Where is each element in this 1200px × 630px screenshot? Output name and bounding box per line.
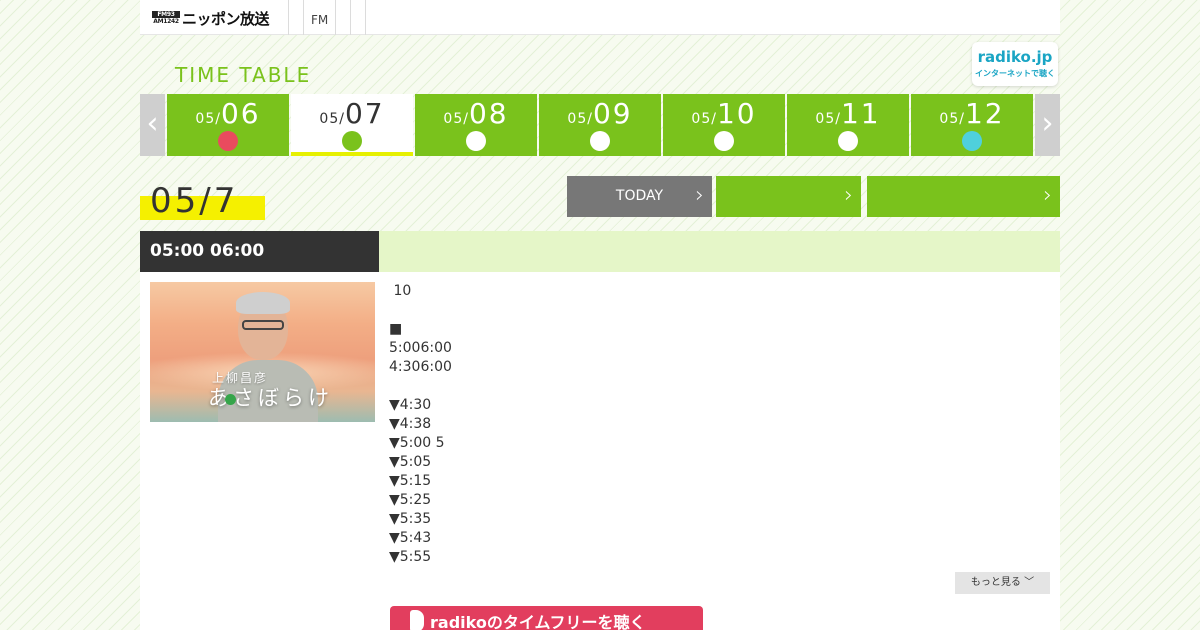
prev-week-arrow-icon[interactable]: ‹ — [140, 94, 165, 156]
logo-text: ニッポン放送 — [182, 9, 270, 28]
date-tab-month: 05/ — [815, 111, 841, 127]
nav-divider — [288, 0, 289, 35]
radiko-banner[interactable]: radiko.jp インターネットで聴く — [972, 42, 1058, 86]
date-tab-09[interactable]: 05/09 — [539, 94, 661, 156]
date-tab-day: 08 — [468, 97, 509, 130]
description-line: ▼5:15 — [389, 473, 432, 489]
day-status-dot — [218, 131, 238, 151]
date-tab-day: 07 — [344, 97, 385, 130]
radiko-timefree-button[interactable]: radikoのタイムフリーを聴く — [390, 606, 703, 630]
selected-date-text: 05/7 — [150, 181, 239, 221]
radiko-icon — [410, 610, 424, 630]
date-tab-month: 05/ — [567, 111, 593, 127]
radiko-logo-text: radiko.jp — [977, 48, 1053, 66]
description-line: ▼4:38 — [389, 416, 432, 432]
jump-button-1[interactable]: › — [716, 176, 861, 217]
program-time: 05:00 06:00 — [140, 231, 379, 272]
date-tab-month: 05/ — [443, 111, 469, 127]
description-line: ■ — [389, 321, 403, 337]
description-line: ▼5:55 — [389, 549, 432, 565]
day-status-dot — [714, 131, 734, 151]
selected-date: 05/7 — [140, 181, 265, 221]
thumb-person-hair — [236, 292, 290, 314]
description-line: ▼4:30 — [389, 397, 432, 413]
page-title: TIME TABLE — [175, 63, 312, 87]
program-description: 10 ■ 5:006:00 4:306:00 ▼4:30 ▼4:38 ▼5:00 5 ▼5:0… — [389, 282, 1049, 567]
thumb-glasses — [242, 320, 284, 330]
program-header: 05:00 06:00 — [140, 231, 1060, 272]
nav-divider — [303, 0, 304, 35]
description-line: 4:306:00 — [389, 359, 452, 375]
top-navigation: FM93 AM1242 ニッポン放送 FM — [140, 0, 1060, 35]
description-line: ▼5:00 5 — [389, 435, 445, 451]
logo-mark-top: FM93 — [152, 11, 180, 18]
date-tab-month: 05/ — [691, 111, 717, 127]
chevron-right-icon: › — [695, 183, 704, 208]
day-status-dot — [466, 131, 486, 151]
chevron-right-icon: › — [1043, 183, 1052, 208]
chevron-right-icon: › — [844, 183, 853, 208]
day-status-dot — [838, 131, 858, 151]
date-tab-11[interactable]: 05/11 — [787, 94, 909, 156]
nav-divider — [350, 0, 351, 35]
nav-tab-fm[interactable]: FM — [311, 13, 328, 27]
date-tab-month: 05/ — [195, 111, 221, 127]
next-week-arrow-icon[interactable]: › — [1035, 94, 1060, 156]
date-tab-day: 11 — [840, 97, 881, 130]
today-button-label: TODAY — [615, 188, 664, 204]
description-line: ▼5:43 — [389, 530, 432, 546]
day-status-dot — [590, 131, 610, 151]
description-line — [389, 377, 1049, 396]
description-line: 10 — [389, 283, 412, 299]
radiko-subtext: インターネットで聴く — [975, 69, 1055, 78]
radiko-timefree-label: radikoのタイムフリーを聴く — [430, 613, 646, 630]
date-tab-month: 05/ — [939, 111, 965, 127]
station-logo[interactable]: FM93 AM1242 ニッポン放送 — [152, 9, 270, 28]
date-tab-day: 06 — [220, 97, 261, 130]
nav-divider — [335, 0, 336, 35]
thumb-green-dot — [225, 394, 236, 405]
today-button[interactable]: TODAY › — [567, 176, 712, 217]
program-thumbnail[interactable]: 上柳昌彦 あさぼらけ — [150, 282, 375, 422]
logo-mark: FM93 AM1242 — [152, 11, 180, 25]
date-tab-08[interactable]: 05/08 — [415, 94, 537, 156]
date-tab-12[interactable]: 05/12 — [911, 94, 1033, 156]
description-line: ▼5:05 — [389, 454, 432, 470]
description-line: ▼5:25 — [389, 492, 432, 508]
description-line — [389, 301, 1049, 320]
program-detail: 上柳昌彦 あさぼらけ 10 ■ 5:006:00 4:306:00 ▼4:30 ▼4:38… — [140, 272, 1060, 630]
date-tab-day: 10 — [716, 97, 757, 130]
nav-divider — [365, 0, 366, 35]
date-tab-07[interactable]: 05/07 — [291, 94, 413, 156]
date-tab-day: 12 — [964, 97, 1005, 130]
logo-mark-bottom: AM1242 — [152, 18, 180, 25]
day-status-dot — [962, 131, 982, 151]
description-line: 5:006:00 — [389, 340, 452, 356]
date-tab-month: 05/ — [319, 111, 345, 127]
day-status-dot — [342, 131, 362, 151]
description-line: ▼5:35 — [389, 511, 432, 527]
date-tab-06[interactable]: 05/06 — [167, 94, 289, 156]
page-wrapper: FM93 AM1242 ニッポン放送 FM TIME TABLE radiko.… — [140, 0, 1060, 630]
date-tab-day: 09 — [592, 97, 633, 130]
jump-button-2[interactable]: › — [867, 176, 1060, 217]
date-tab-10[interactable]: 05/10 — [663, 94, 785, 156]
show-more-button[interactable]: もっと見る ﹀ — [955, 572, 1050, 594]
